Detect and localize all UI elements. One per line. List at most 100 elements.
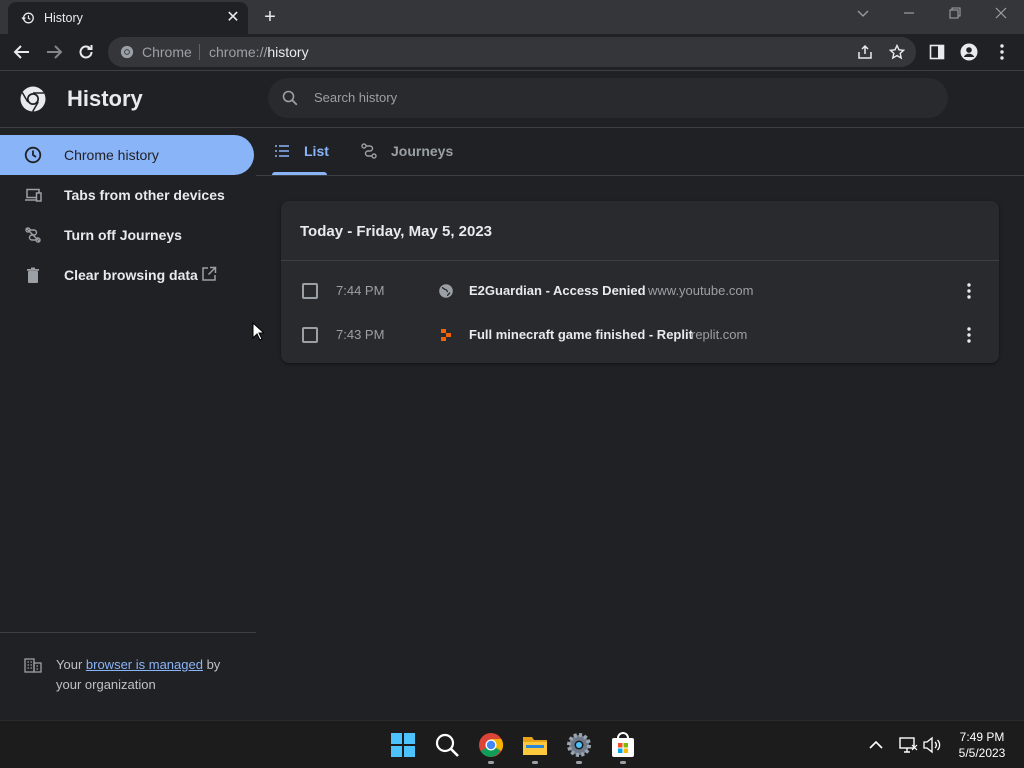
history-icon (21, 12, 34, 24)
browser-toolbar: Chrome chrome://history (0, 34, 1024, 71)
explorer-running-indicator (532, 761, 538, 764)
chrome-running-indicator (488, 761, 494, 764)
history-entry[interactable]: 7:43 PM Full minecraft game finished - R… (281, 313, 999, 357)
new-tab-button[interactable]: + (259, 6, 281, 28)
back-button[interactable] (10, 40, 34, 64)
windows-taskbar: 7:49 PM 5/5/2023 (0, 720, 1024, 768)
replit-icon (441, 329, 451, 341)
share-button[interactable] (854, 41, 876, 63)
system-clock[interactable]: 7:49 PM 5/5/2023 (950, 729, 1014, 761)
file-explorer-icon[interactable] (522, 732, 548, 758)
clock-date: 5/5/2023 (958, 746, 1006, 760)
sidebar-item-label: Turn off Journeys (64, 227, 182, 243)
tab-close-button[interactable]: ✕ (224, 9, 242, 27)
settings-icon[interactable] (566, 732, 592, 758)
avatar-icon (960, 43, 978, 61)
arrow-right-icon (47, 45, 63, 59)
more-vert-icon[interactable] (959, 280, 979, 302)
sidebar-item-turn-off-journeys[interactable]: Turn off Journeys (0, 215, 254, 255)
search-history-input[interactable]: Search history (268, 78, 948, 118)
browser-managed-link[interactable]: browser is managed (86, 657, 203, 672)
journeys-off-icon (25, 227, 41, 243)
history-card: Today - Friday, May 5, 2023 7:44 PM E2Gu… (281, 201, 999, 363)
side-panel-icon (929, 44, 945, 60)
clock-time: 7:49 PM (959, 730, 1005, 744)
more-vert-icon (1000, 44, 1004, 60)
list-icon (275, 145, 289, 157)
star-icon (888, 43, 906, 60)
profile-button[interactable] (957, 40, 981, 64)
url-text[interactable]: chrome://history (209, 44, 309, 60)
journeys-icon (361, 143, 377, 159)
omnibox-chip: Chrome (142, 44, 192, 60)
chrome-icon[interactable] (478, 732, 504, 758)
windows-start-icon[interactable] (390, 732, 416, 758)
entry-domain: www.youtube.com (648, 283, 754, 298)
chevron-up-icon[interactable] (866, 735, 886, 755)
restore-icon (949, 7, 961, 19)
tabs-divider (256, 175, 1024, 176)
tab-label: List (304, 143, 329, 159)
search-icon[interactable] (434, 732, 460, 758)
tab-label: Journeys (391, 143, 454, 159)
mouse-cursor-icon (252, 322, 264, 341)
entry-title-link[interactable]: E2Guardian - Access Denied (469, 283, 646, 298)
entry-domain: replit.com (691, 327, 748, 342)
history-header: History Search history (0, 72, 1024, 128)
tab-strip: History ✕ + (0, 0, 1024, 34)
store-running-indicator (620, 761, 626, 764)
restore-button[interactable] (942, 5, 968, 25)
chrome-logo-icon (20, 86, 46, 112)
sidebar-item-label: Chrome history (64, 147, 159, 163)
trash-icon (27, 267, 39, 283)
forward-button[interactable] (42, 40, 66, 64)
globe-icon (439, 284, 453, 298)
volume-icon[interactable] (922, 735, 942, 755)
clock-icon (24, 146, 42, 164)
store-icon[interactable] (610, 732, 636, 758)
sidebar-item-label: Clear browsing data (64, 267, 198, 283)
entry-checkbox[interactable] (302, 327, 318, 343)
close-window-button[interactable] (988, 5, 1014, 25)
sidebar-item-tabs-other-devices[interactable]: Tabs from other devices (0, 175, 254, 215)
side-panel-button[interactable] (925, 40, 949, 64)
address-bar[interactable]: Chrome chrome://history (108, 37, 916, 67)
close-icon (995, 7, 1007, 19)
minimize-icon (904, 12, 914, 14)
more-vert-icon[interactable] (959, 324, 979, 346)
omnibox-separator (199, 44, 200, 60)
entry-time: 7:43 PM (336, 327, 385, 342)
entry-title-link[interactable]: Full minecraft game finished - Replit (469, 327, 693, 342)
sidebar-item-clear-browsing-data[interactable]: Clear browsing data (0, 255, 254, 295)
building-icon (24, 658, 42, 673)
arrow-left-icon (13, 45, 29, 59)
tab-list[interactable]: List (272, 140, 332, 176)
url-path: history (267, 44, 309, 60)
sidebar-item-label: Tabs from other devices (64, 187, 225, 203)
devices-icon (25, 188, 42, 202)
open-in-new-icon (202, 266, 217, 281)
tab-journeys[interactable]: Journeys (360, 140, 460, 176)
card-divider (281, 260, 999, 261)
page-title: History (67, 86, 143, 111)
network-icon[interactable] (898, 735, 918, 755)
tab-title: History (44, 11, 83, 25)
share-icon (858, 44, 872, 59)
sidebar-item-chrome-history[interactable]: Chrome history (0, 135, 254, 175)
settings-running-indicator (576, 761, 582, 764)
chevron-down-icon (857, 10, 869, 17)
entry-checkbox[interactable] (302, 283, 318, 299)
card-date-heading: Today - Friday, May 5, 2023 (300, 223, 493, 240)
bookmark-button[interactable] (886, 41, 908, 63)
search-placeholder: Search history (314, 90, 398, 105)
reload-icon (79, 45, 93, 59)
tab-search-button[interactable] (850, 5, 876, 25)
reload-button[interactable] (74, 40, 98, 64)
search-icon (282, 90, 298, 106)
browser-tab-history[interactable]: History ✕ (8, 2, 248, 34)
minimize-button[interactable] (896, 5, 922, 25)
history-entry[interactable]: 7:44 PM E2Guardian - Access Denied www.y… (281, 269, 999, 313)
sidebar-divider (0, 632, 256, 633)
menu-button[interactable] (990, 40, 1014, 64)
entry-time: 7:44 PM (336, 283, 385, 298)
